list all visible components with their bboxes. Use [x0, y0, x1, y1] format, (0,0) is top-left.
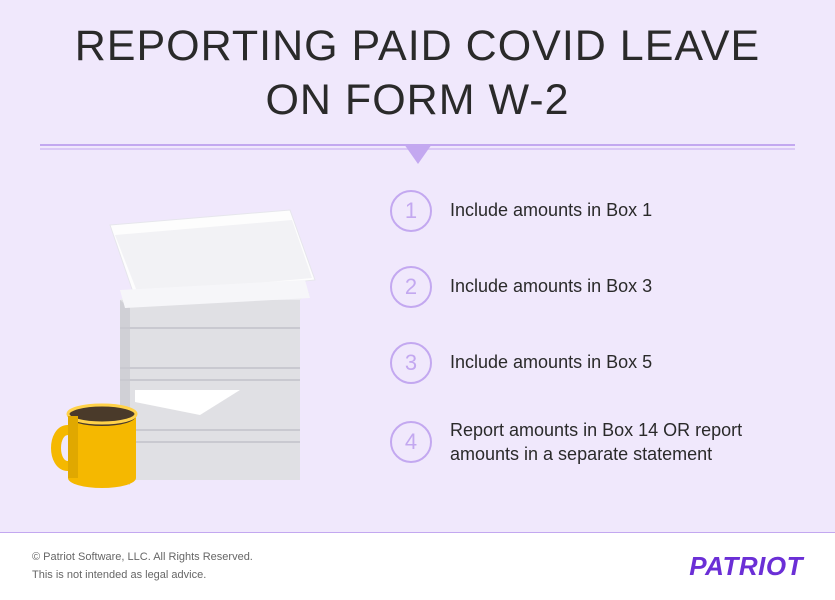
list-item: 1 Include amounts in Box 1 [390, 190, 795, 232]
list-item: 3 Include amounts in Box 5 [390, 342, 795, 384]
step-text: Report amounts in Box 14 OR report amoun… [450, 418, 795, 467]
list-item: 2 Include amounts in Box 3 [390, 266, 795, 308]
paper-stack-illustration [40, 180, 370, 500]
step-number-badge: 2 [390, 266, 432, 308]
step-text: Include amounts in Box 3 [450, 274, 652, 298]
step-number-badge: 4 [390, 421, 432, 463]
paper-stack-icon [40, 180, 370, 500]
step-text: Include amounts in Box 1 [450, 198, 652, 222]
footer-disclaimer: This is not intended as legal advice. [32, 567, 253, 585]
divider-arrow-icon [404, 144, 432, 164]
page-title: REPORTING PAID COVID LEAVE ON FORM W-2 [0, 0, 835, 128]
steps-list: 1 Include amounts in Box 1 2 Include amo… [370, 180, 795, 501]
footer-legal: © Patriot Software, LLC. All Rights Rese… [32, 549, 253, 584]
step-text: Include amounts in Box 5 [450, 350, 652, 374]
step-number-badge: 3 [390, 342, 432, 384]
page-footer: © Patriot Software, LLC. All Rights Rese… [0, 532, 835, 600]
title-divider [40, 140, 795, 170]
footer-copyright: © Patriot Software, LLC. All Rights Rese… [32, 549, 253, 567]
patriot-logo: PATRIOT [689, 551, 803, 582]
list-item: 4 Report amounts in Box 14 OR report amo… [390, 418, 795, 467]
content-row: 1 Include amounts in Box 1 2 Include amo… [0, 170, 835, 501]
step-number-badge: 1 [390, 190, 432, 232]
